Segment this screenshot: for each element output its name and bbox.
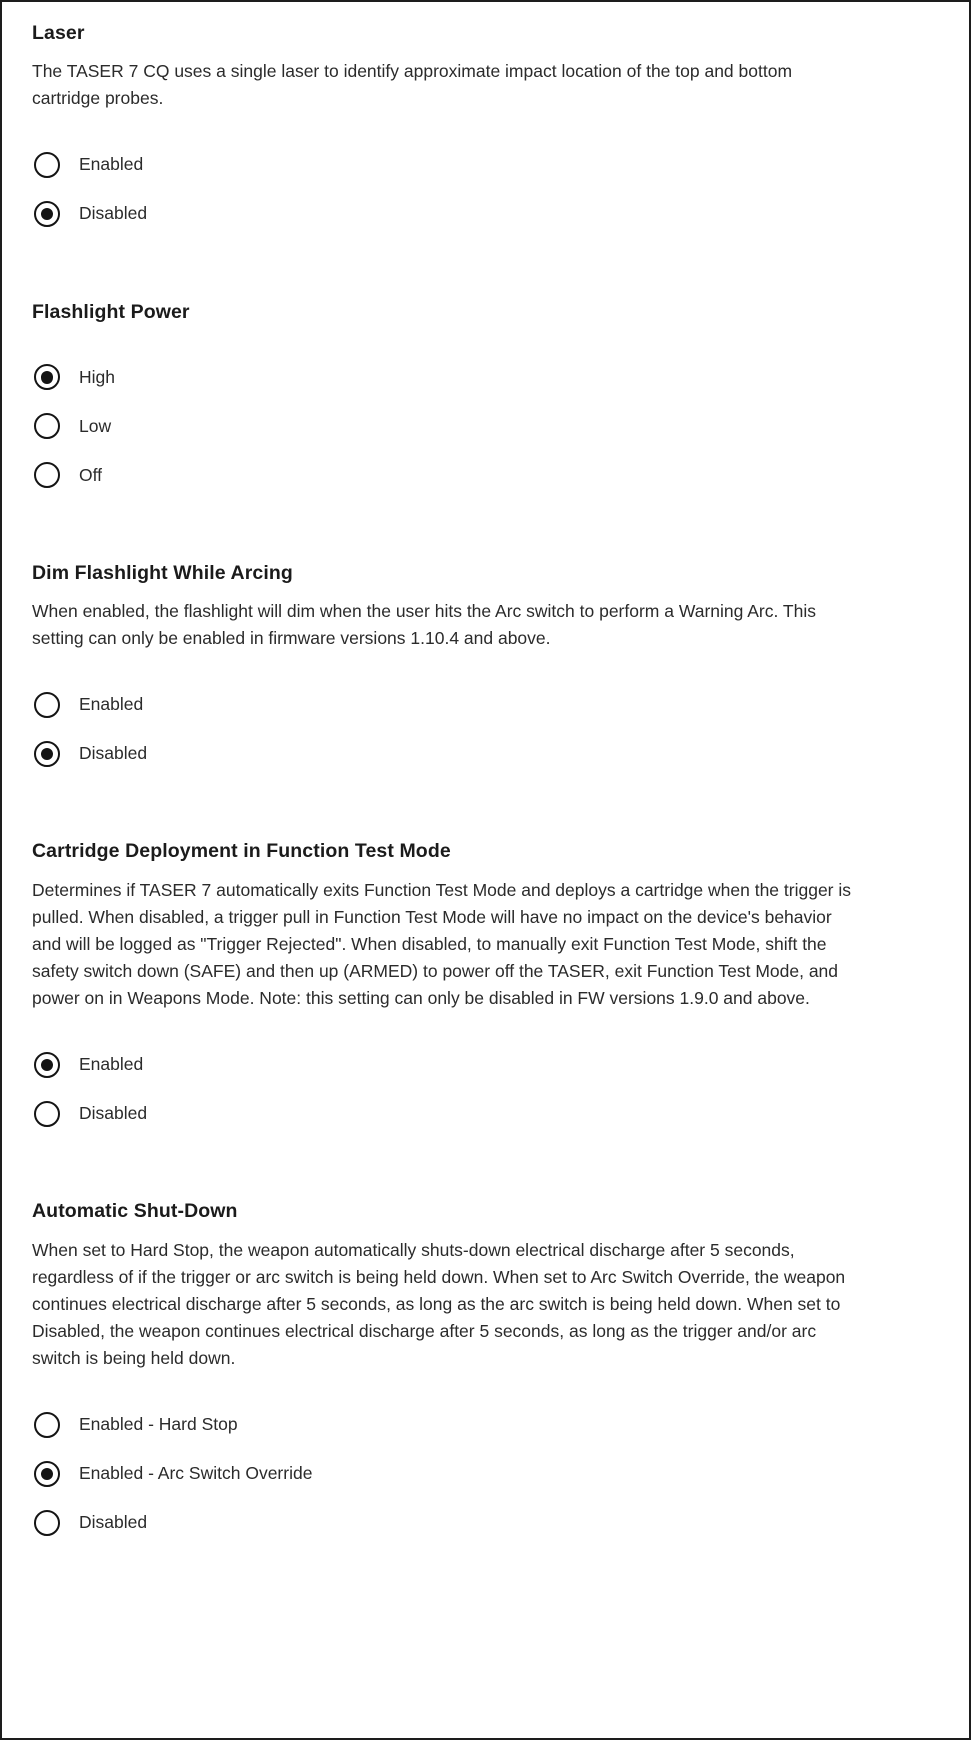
radio-option-label: Enabled - Hard Stop — [79, 1414, 238, 1435]
section-title: Automatic Shut-Down — [32, 1200, 238, 1223]
section-title: Laser — [32, 22, 85, 44]
radio-option[interactable]: Disabled — [32, 1498, 939, 1547]
setting-section-dim-flashlight-while-arcing: Dim Flashlight While Arcing When enabled,… — [32, 560, 939, 779]
radio-option[interactable]: Enabled — [32, 680, 939, 729]
section-description: The TASER 7 CQ uses a single laser to id… — [32, 61, 793, 109]
radio-unselected-icon[interactable] — [34, 691, 60, 718]
section-description: Determines if TASER 7 automatically exit… — [32, 879, 852, 1009]
radio-option-label: High — [79, 366, 115, 387]
radio-unselected-icon[interactable] — [34, 1411, 60, 1438]
radio-unselected-icon[interactable] — [34, 1509, 60, 1536]
radio-unselected-icon[interactable] — [34, 152, 60, 179]
section-description: When set to Hard Stop, the weapon automa… — [32, 1239, 846, 1369]
setting-section-flashlight-power: Flashlight Power High Low Off — [32, 299, 939, 500]
setting-section-cartridge-deployment-in-function-test-mode: Cartridge Deployment in Function Test Mo… — [32, 838, 939, 1138]
radio-selected-icon[interactable] — [34, 740, 60, 767]
radio-option-label: Enabled — [79, 1054, 144, 1075]
radio-option[interactable]: Disabled — [32, 190, 939, 239]
radio-group-cartridge-deployment-in-function-test-mode: Enabled Disabled — [32, 1040, 939, 1138]
radio-option-label: Disabled — [79, 1103, 148, 1124]
section-description: When enabled, the flashlight will dim wh… — [32, 601, 816, 649]
section-title: Cartridge Deployment in Function Test Mo… — [32, 840, 451, 863]
setting-section-automatic-shut-down: Automatic Shut-Down When set to Hard Stop… — [32, 1198, 939, 1547]
radio-group-laser: Enabled Disabled — [32, 141, 939, 239]
radio-selected-icon[interactable] — [34, 201, 60, 228]
radio-option[interactable]: Enabled — [32, 141, 939, 190]
radio-selected-icon[interactable] — [34, 364, 60, 391]
radio-option[interactable]: Enabled - Hard Stop — [32, 1400, 939, 1449]
radio-option-label: Low — [79, 415, 112, 436]
radio-selected-icon[interactable] — [34, 1460, 60, 1487]
radio-option-label: Disabled — [79, 743, 148, 764]
radio-group-automatic-shut-down: Enabled - Hard Stop Enabled - Arc Switch … — [32, 1400, 939, 1547]
radio-option-label: Disabled — [79, 203, 148, 224]
radio-group-flashlight-power: High Low Off — [32, 353, 939, 500]
radio-option-label: Enabled — [79, 154, 144, 175]
radio-option-label: Enabled - Arc Switch Override — [79, 1463, 313, 1484]
radio-unselected-icon[interactable] — [34, 1100, 60, 1127]
radio-option[interactable]: Low — [32, 402, 939, 451]
section-title: Dim Flashlight While Arcing — [32, 561, 293, 584]
radio-option-label: Disabled — [79, 1512, 148, 1533]
radio-option-label: Off — [79, 464, 103, 485]
radio-unselected-icon[interactable] — [34, 413, 60, 440]
settings-section-list: Laser The TASER 7 CQ uses a single laser … — [32, 20, 939, 1547]
radio-option[interactable]: Off — [32, 451, 939, 500]
radio-option[interactable]: Enabled - Arc Switch Override — [32, 1449, 939, 1498]
settings-page: Laser The TASER 7 CQ uses a single laser … — [0, 0, 971, 1740]
radio-option[interactable]: High — [32, 353, 939, 402]
radio-group-dim-flashlight-while-arcing: Enabled Disabled — [32, 680, 939, 778]
setting-section-laser: Laser The TASER 7 CQ uses a single laser … — [32, 20, 939, 239]
radio-unselected-icon[interactable] — [34, 462, 60, 489]
radio-option-label: Enabled — [79, 694, 144, 715]
section-title: Flashlight Power — [32, 300, 190, 323]
radio-selected-icon[interactable] — [34, 1051, 60, 1078]
radio-option[interactable]: Disabled — [32, 729, 939, 778]
radio-option[interactable]: Disabled — [32, 1089, 939, 1138]
radio-option[interactable]: Enabled — [32, 1040, 939, 1089]
